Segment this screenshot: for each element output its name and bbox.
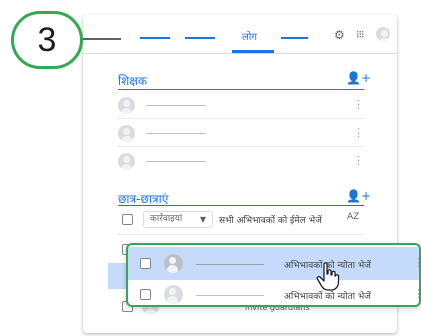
row-divider	[118, 146, 364, 147]
actions-dropdown[interactable]: कार्रवाइयां ▼	[143, 211, 213, 228]
zoomed-callout: अभिभावकों को न्योता भेजें ⋮ अभिभावकों को…	[126, 243, 421, 307]
row-divider	[118, 234, 364, 235]
teacher-name	[146, 133, 206, 134]
add-person-icon[interactable]: 👤+	[346, 189, 371, 203]
tab-people[interactable]: लोग	[242, 29, 257, 43]
selected-row-highlight	[108, 263, 128, 289]
sort-az-icon[interactable]: AZ	[347, 212, 359, 222]
select-all-checkbox[interactable]	[122, 214, 133, 225]
student-avatar	[164, 254, 183, 273]
account-avatar-icon[interactable]	[376, 27, 390, 41]
more-vert-icon[interactable]: ⋮	[413, 257, 419, 268]
step-number-badge: 3	[11, 11, 83, 69]
tab-placeholder-1[interactable]	[140, 37, 170, 39]
dropdown-caret-icon: ▼	[199, 215, 206, 224]
student-row-highlighted[interactable]: अभिभावकों को न्योता भेजें ⋮	[128, 247, 419, 280]
student-row[interactable]: अभिभावकों को न्योता भेजें ⋮	[128, 280, 419, 305]
add-person-icon[interactable]: 👤+	[346, 71, 371, 85]
more-vert-icon[interactable]: ⋮	[413, 288, 419, 299]
students-divider	[118, 205, 364, 206]
hand-pointer-cursor-icon	[316, 262, 340, 291]
student-avatar	[164, 285, 183, 304]
more-vert-icon[interactable]: ⋮	[353, 99, 364, 110]
row-divider	[118, 118, 364, 119]
teachers-divider	[118, 89, 364, 90]
more-vert-icon[interactable]: ⋮	[353, 155, 364, 166]
apps-grid-icon[interactable]: ⁝⁝⁝	[356, 28, 364, 41]
tab-placeholder-3[interactable]	[281, 37, 308, 39]
teacher-name	[146, 161, 206, 162]
teachers-section-title: शिक्षक	[118, 74, 148, 88]
more-vert-icon[interactable]: ⋮	[353, 127, 364, 138]
student-name	[196, 264, 264, 265]
student-name	[196, 295, 264, 296]
gear-icon[interactable]: ⚙	[334, 28, 345, 42]
step-number: 3	[37, 20, 57, 59]
student-checkbox[interactable]	[140, 258, 151, 269]
step-connector-line	[83, 38, 121, 40]
actions-dropdown-label: कार्रवाइयां	[150, 214, 183, 224]
teacher-name	[146, 105, 206, 106]
teacher-avatar	[118, 153, 135, 170]
email-all-guardians-link[interactable]: सभी अभिभावकों को ईमेल भेजें	[219, 213, 322, 226]
tab-placeholder-2[interactable]	[185, 37, 215, 39]
student-checkbox[interactable]	[140, 289, 151, 300]
teacher-avatar	[118, 97, 135, 114]
teacher-avatar	[118, 125, 135, 142]
header-divider	[83, 53, 397, 54]
